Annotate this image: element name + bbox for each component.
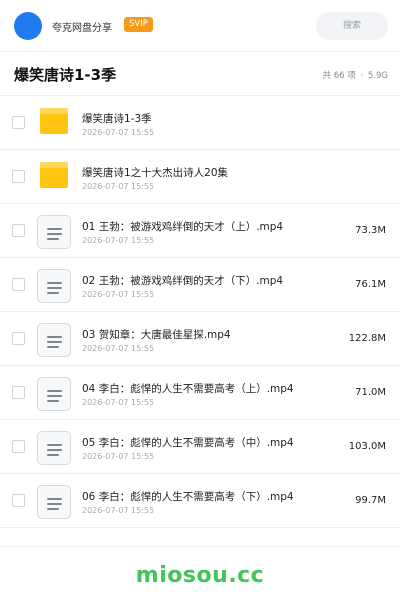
- select-checkbox[interactable]: [12, 386, 25, 399]
- document-icon: [37, 485, 71, 519]
- file-size: 71.0M: [355, 387, 386, 398]
- page-title: 爆笑唐诗1-3季: [14, 66, 117, 84]
- summary-separator: ·: [360, 71, 364, 81]
- file-name: 爆笑唐诗1之十大杰出诗人20集: [82, 167, 229, 179]
- search-button[interactable]: 搜索: [316, 12, 388, 40]
- file-size: 99.7M: [355, 495, 386, 506]
- file-date: 2026-07-07 15:55: [82, 398, 155, 407]
- document-icon: [37, 431, 71, 465]
- list-item[interactable]: 05 李白：彪悍的人生不需要高考（中）.mp4 2026-07-07 15:55…: [0, 420, 400, 474]
- list-item[interactable]: 03 贺知章：大唐最佳星探.mp4 2026-07-07 15:55 122.8…: [0, 312, 400, 366]
- folder-summary: 共 66 项 · 5.9G: [321, 69, 388, 81]
- file-date: 2026-07-07 15:55: [82, 290, 155, 299]
- file-size: 122.8M: [348, 333, 386, 344]
- document-icon: [37, 215, 71, 249]
- avatar[interactable]: [14, 12, 42, 40]
- file-name: 02 王勃：被游戏鸡绊倒的天才（下）.mp4: [82, 275, 284, 287]
- file-date: 2026-07-07 15:55: [82, 344, 155, 353]
- file-name: 05 李白：彪悍的人生不需要高考（中）.mp4: [82, 437, 294, 449]
- select-checkbox[interactable]: [12, 440, 25, 453]
- footer: miosou.cc: [0, 546, 400, 600]
- list-item[interactable]: 爆笑唐诗1-3季 2026-07-07 15:55: [0, 96, 400, 150]
- document-icon: [37, 269, 71, 303]
- file-date: 2026-07-07 15:55: [82, 452, 155, 461]
- file-size: 76.1M: [355, 279, 386, 290]
- document-icon: [37, 323, 71, 357]
- share-name: 夸克网盘分享: [52, 23, 112, 34]
- file-size: 103.0M: [348, 441, 386, 452]
- list-item[interactable]: 02 王勃：被游戏鸡绊倒的天才（下）.mp4 2026-07-07 15:55 …: [0, 258, 400, 312]
- select-checkbox[interactable]: [12, 278, 25, 291]
- select-checkbox[interactable]: [12, 224, 25, 237]
- list-item[interactable]: 04 李白：彪悍的人生不需要高考（上）.mp4 2026-07-07 15:55…: [0, 366, 400, 420]
- list-item[interactable]: 爆笑唐诗1之十大杰出诗人20集 2026-07-07 15:55: [0, 150, 400, 204]
- file-name: 01 王勃：被游戏鸡绊倒的天才（上）.mp4: [82, 221, 284, 233]
- file-date: 2026-07-07 15:55: [82, 128, 155, 137]
- folder-icon: [37, 107, 71, 141]
- select-checkbox[interactable]: [12, 116, 25, 129]
- document-icon: [37, 377, 71, 411]
- folder-title-bar: 爆笑唐诗1-3季 共 66 项 · 5.9G: [0, 52, 400, 96]
- list-item[interactable]: 01 王勃：被游戏鸡绊倒的天才（上）.mp4 2026-07-07 15:55 …: [0, 204, 400, 258]
- site-watermark: miosou.cc: [135, 563, 265, 588]
- file-date: 2026-07-07 15:55: [82, 236, 155, 245]
- folder-icon: [37, 161, 71, 195]
- file-name: 爆笑唐诗1-3季: [82, 113, 152, 125]
- select-checkbox[interactable]: [12, 170, 25, 183]
- list-item[interactable]: 06 李白：彪悍的人生不需要高考（下）.mp4 2026-07-07 15:55…: [0, 474, 400, 528]
- item-count: 共 66 项: [322, 71, 356, 81]
- file-name: 03 贺知章：大唐最佳星探.mp4: [82, 329, 231, 341]
- file-name: 04 李白：彪悍的人生不需要高考（上）.mp4: [82, 383, 294, 395]
- file-list: 爆笑唐诗1-3季 2026-07-07 15:55 爆笑唐诗1之十大杰出诗人20…: [0, 96, 400, 528]
- svip-badge: SVIP: [124, 17, 153, 32]
- select-checkbox[interactable]: [12, 494, 25, 507]
- file-name: 06 李白：彪悍的人生不需要高考（下）.mp4: [82, 491, 294, 503]
- share-header: 夸克网盘分享 SVIP 搜索: [0, 0, 400, 52]
- file-size: 73.3M: [355, 225, 386, 236]
- file-date: 2026-07-07 15:55: [82, 506, 155, 515]
- file-date: 2026-07-07 15:55: [82, 182, 155, 191]
- select-checkbox[interactable]: [12, 332, 25, 345]
- total-size: 5.9G: [367, 71, 388, 81]
